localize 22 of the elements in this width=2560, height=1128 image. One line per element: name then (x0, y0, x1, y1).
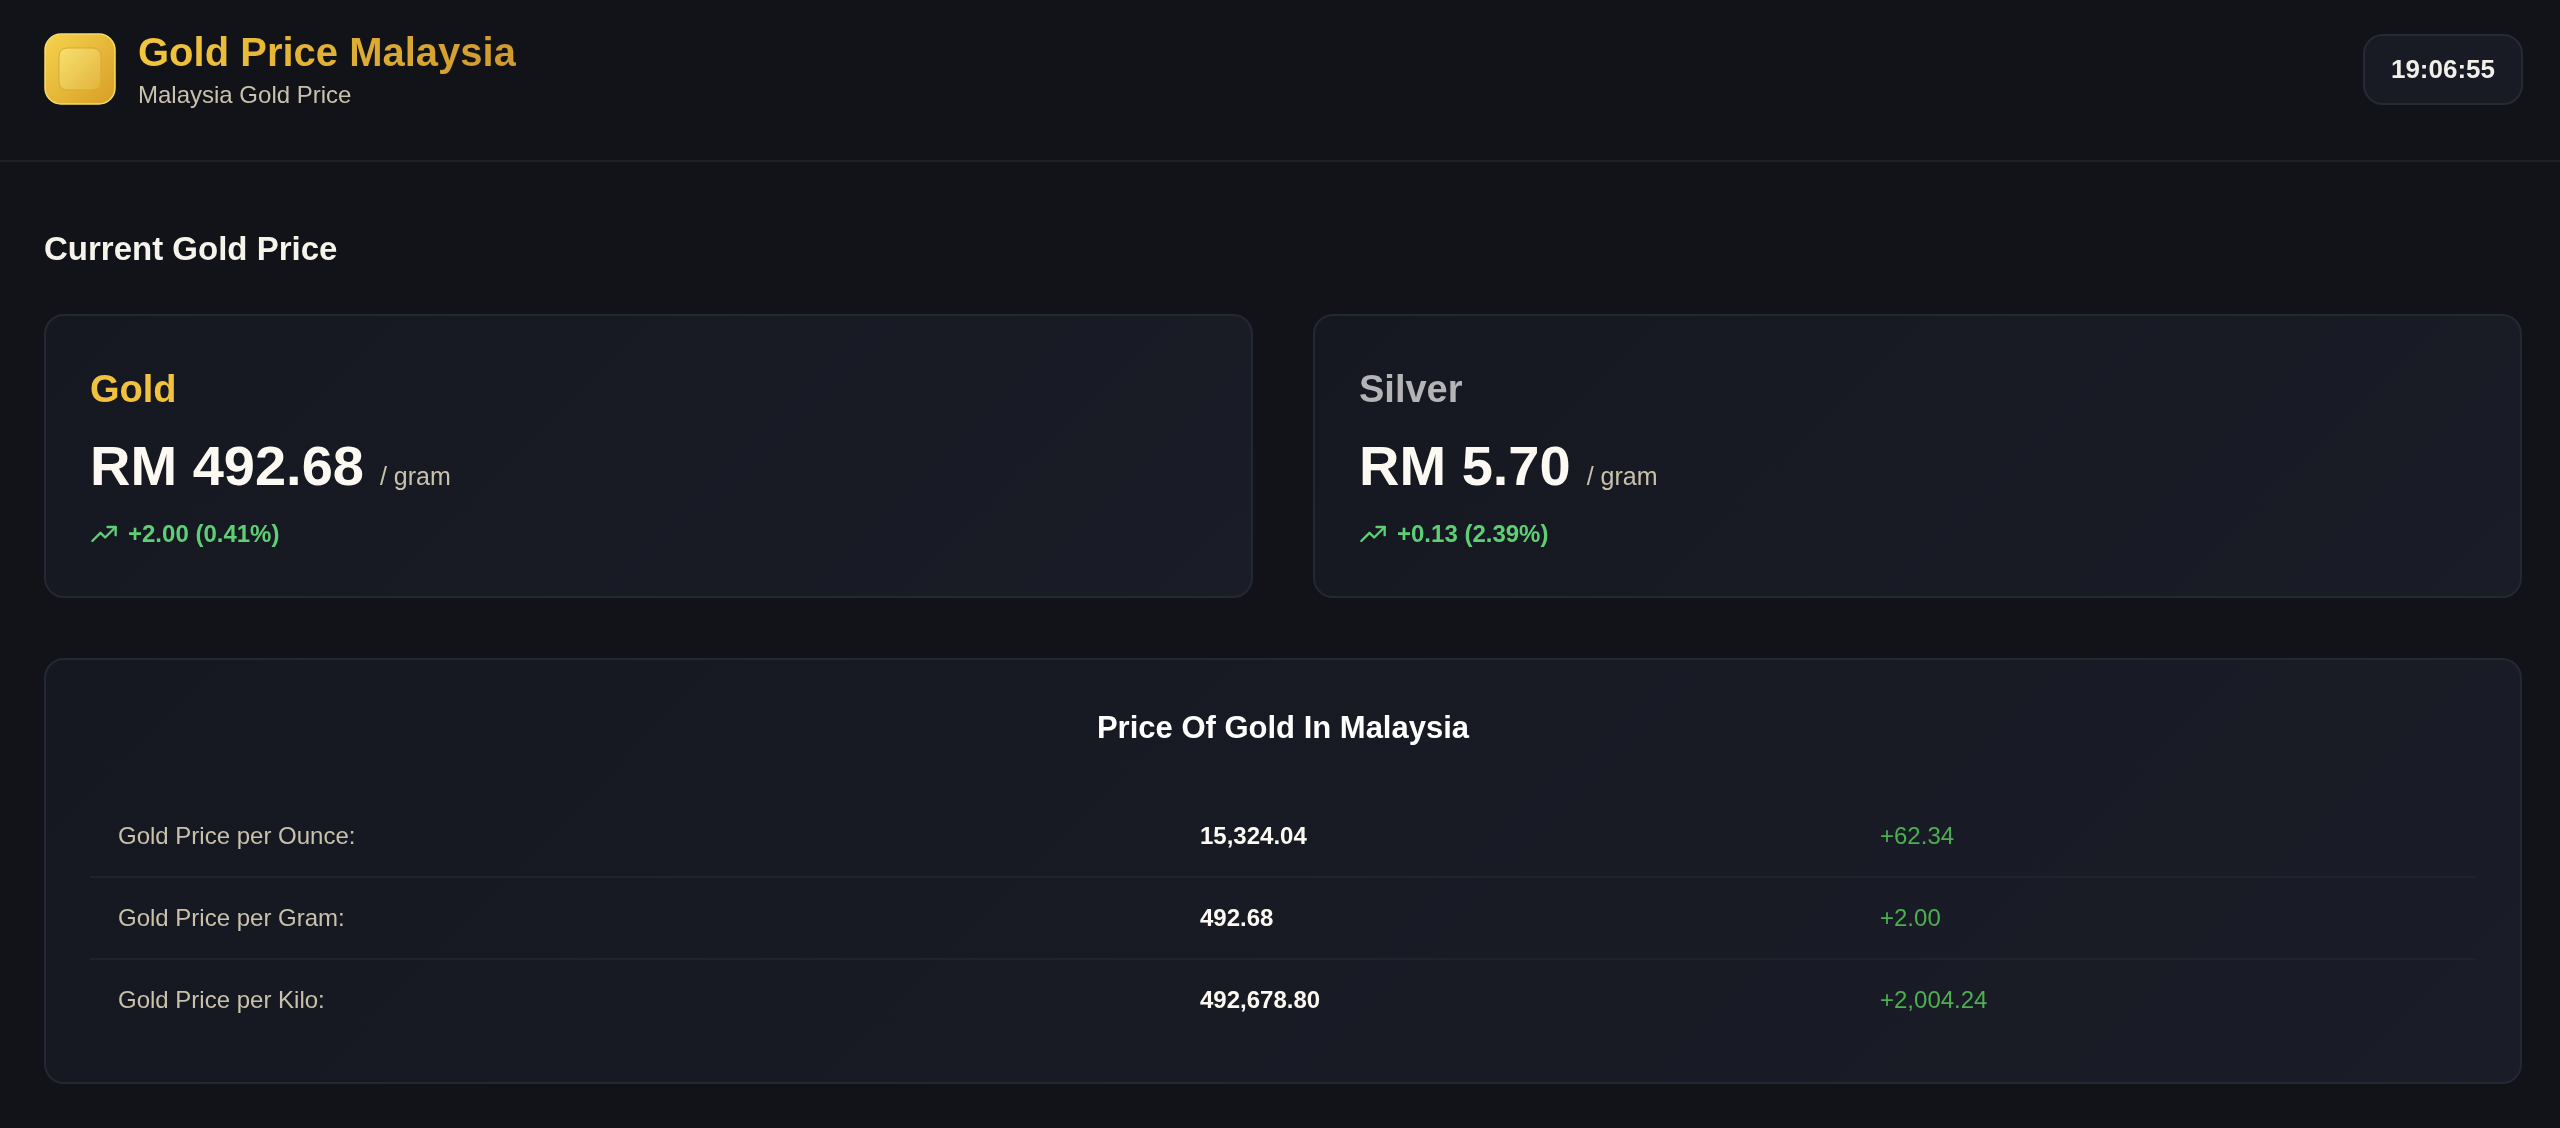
clock: 19:06:55 (2362, 33, 2523, 105)
metal-name: Silver (1359, 368, 1464, 411)
price: RM 5.70 (1359, 433, 1571, 498)
table-cell-text: +2.00 (1880, 904, 1942, 932)
table-cell-text: 492.68 (1200, 904, 1275, 932)
table-cell-text: Gold Price per Gram: (118, 904, 346, 932)
table-cell-text: +62.34 (1880, 822, 1956, 850)
price: RM 492.68 (90, 433, 364, 498)
price-change: +0.13 (2.39%) (1397, 520, 1549, 548)
table-cell-text: +2,004.24 (1880, 986, 1989, 1014)
table-cell-text: Gold Price per Kilo: (118, 986, 326, 1014)
table-title: Price Of Gold In Malaysia (1095, 710, 1471, 746)
metal-name: Gold (90, 368, 178, 411)
price-unit: / gram (379, 462, 451, 491)
section-title: Current Gold Price (44, 230, 339, 268)
logo-icon (44, 33, 116, 105)
site-subtitle: Malaysia Gold Price (138, 81, 353, 109)
price-unit: / gram (1586, 462, 1658, 491)
table-cell-text: Gold Price per Ounce: (118, 822, 357, 850)
table-cell-text: 492,678.80 (1200, 986, 1322, 1014)
table-cell-text: 15,324.04 (1200, 822, 1308, 850)
price-change: +2.00 (0.41%) (128, 520, 280, 548)
